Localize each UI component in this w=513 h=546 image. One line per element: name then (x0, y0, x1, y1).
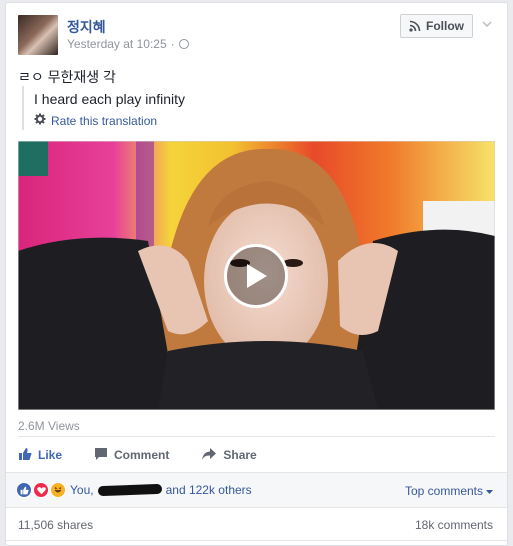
reaction-suffix: and 122k others (165, 483, 252, 497)
rate-translation-link[interactable]: Rate this translation (34, 113, 185, 128)
translation-text: I heard each play infinity (34, 91, 185, 107)
play-icon (247, 264, 267, 288)
share-label: Share (223, 448, 257, 462)
meta-separator: · (170, 37, 175, 51)
love-reaction-icon (33, 482, 49, 498)
post-card: 정지혜 Yesterday at 10:25 · Follow ㄹㅇ 무한재생 … (5, 2, 508, 546)
reaction-prefix: You, (70, 483, 94, 497)
video-views: 2.6M Views (18, 419, 80, 433)
like-reaction-icon (16, 482, 32, 498)
comment-label: Comment (114, 448, 170, 462)
post-timestamp[interactable]: Yesterday at 10:25 (67, 37, 167, 51)
share-icon (201, 447, 217, 464)
rss-icon (409, 20, 421, 32)
post-text: ㄹㅇ 무한재생 각 (18, 69, 116, 85)
comment-composer (6, 540, 507, 545)
post-meta: Yesterday at 10:25 · (67, 37, 189, 51)
follow-button[interactable]: Follow (400, 14, 473, 38)
post-counts: 11,506 shares 18k comments (18, 518, 493, 532)
like-icon (18, 447, 32, 464)
like-button[interactable]: Like (18, 443, 62, 467)
top-comments-label: Top comments (404, 484, 483, 498)
top-comments-dropdown[interactable]: Top comments (405, 484, 493, 498)
author-avatar[interactable] (18, 15, 58, 55)
divider (18, 436, 495, 437)
haha-reaction-icon (50, 482, 66, 498)
redacted-name (97, 483, 162, 497)
reaction-summary[interactable]: You, and 122k others (70, 483, 252, 497)
caret-down-icon (486, 484, 493, 498)
follow-label: Follow (426, 19, 464, 33)
action-bar: Like Comment Share (18, 443, 495, 467)
comment-icon (94, 447, 108, 464)
globe-icon[interactable] (178, 39, 189, 49)
share-button[interactable]: Share (201, 443, 257, 467)
post-header: 정지혜 Yesterday at 10:25 · Follow (18, 13, 495, 57)
play-button[interactable] (224, 244, 288, 308)
author-name[interactable]: 정지혜 (67, 17, 106, 37)
comment-count[interactable]: 18k comments (415, 518, 493, 532)
video-player[interactable] (18, 141, 495, 410)
comment-button[interactable]: Comment (94, 443, 169, 467)
like-label: Like (38, 448, 63, 462)
reaction-icons[interactable] (16, 482, 66, 498)
share-count[interactable]: 11,506 shares (18, 518, 93, 532)
reactions-bar: You, and 122k others Top comments (6, 472, 507, 508)
chevron-down-icon[interactable] (481, 17, 493, 29)
translation-block: I heard each play infinity Rate this tra… (22, 86, 185, 130)
rate-translation-label: Rate this translation (51, 113, 158, 128)
gear-icon (34, 113, 46, 128)
